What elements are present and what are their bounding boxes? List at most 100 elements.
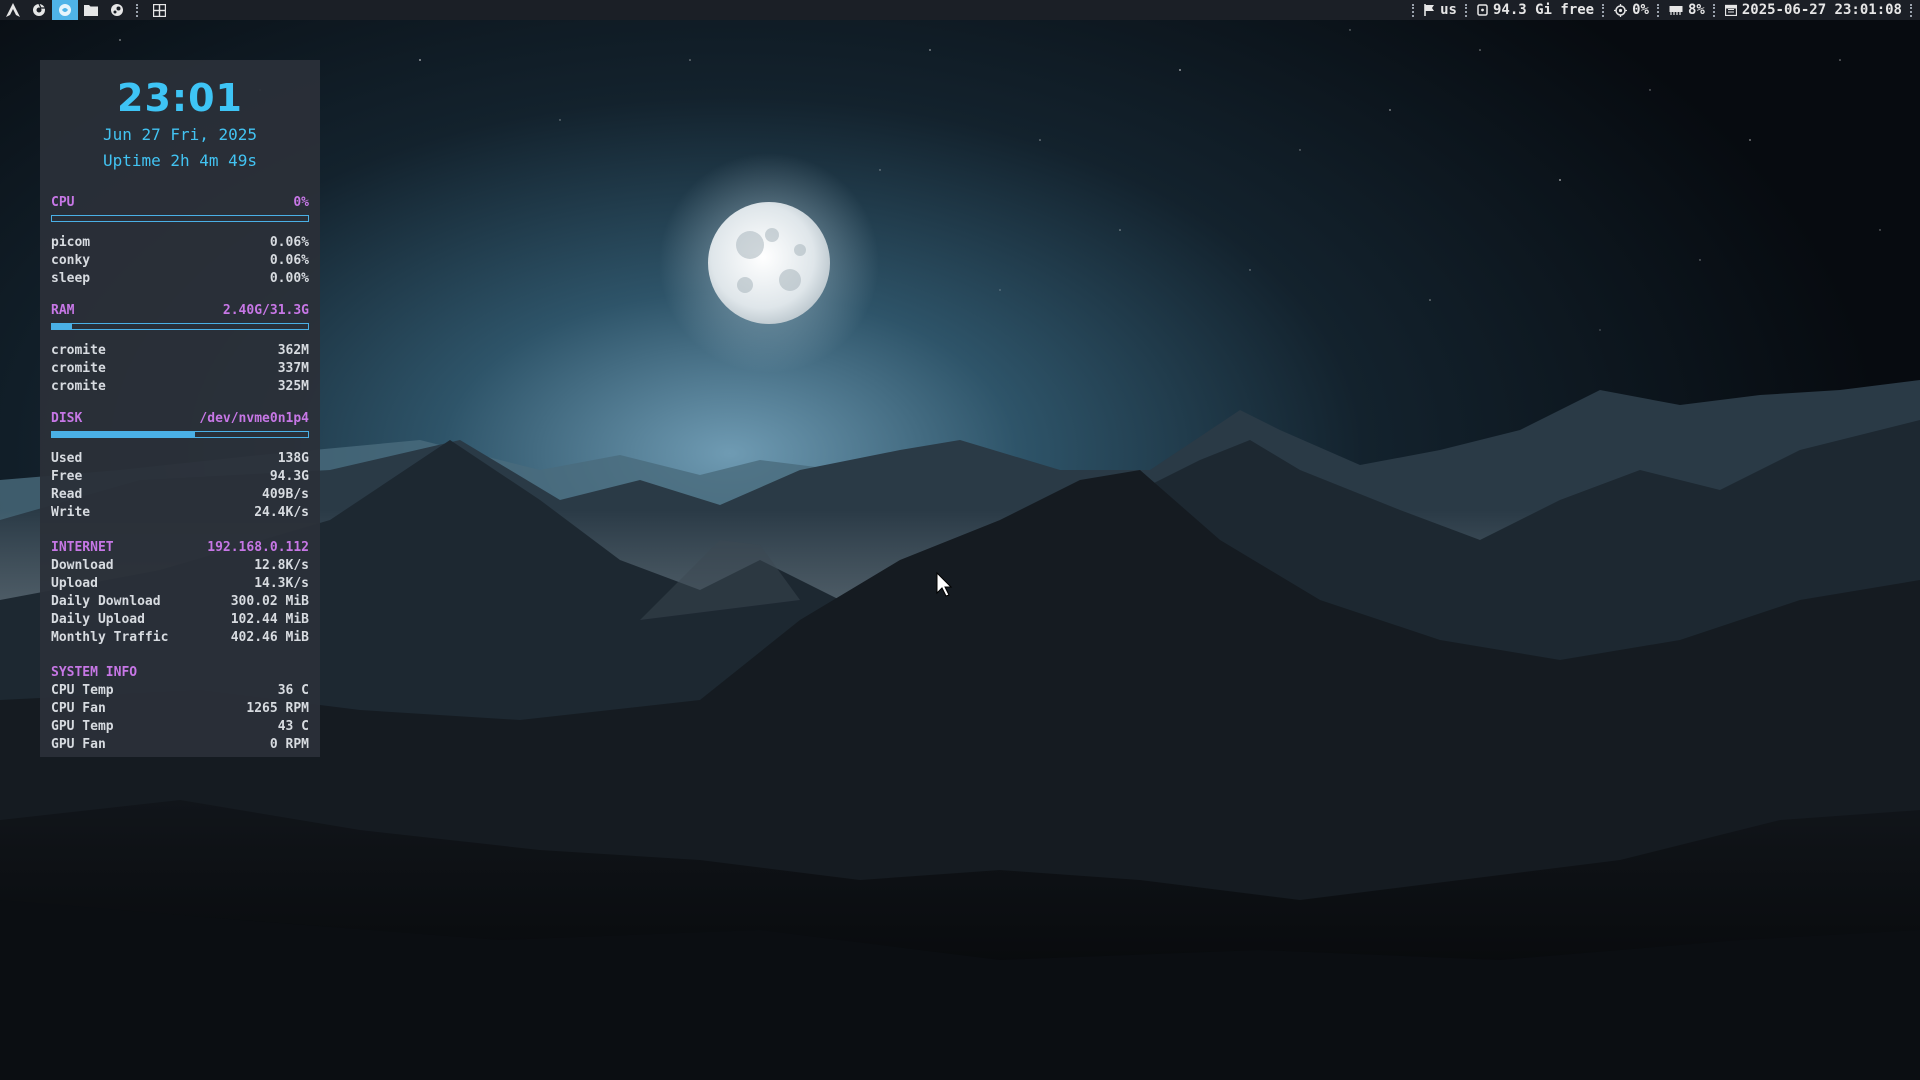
- workspace-switcher: [0, 0, 172, 20]
- arch-icon[interactable]: [0, 0, 26, 20]
- top-bar: us 94.3 Gi free 0% 8% 2025-06-27 23:01:0…: [0, 0, 1920, 20]
- ram-section-header: RAM 2.40G/31.3G: [51, 302, 309, 320]
- internet-row-label: Monthly Traffic: [51, 630, 169, 645]
- sysinfo-row-label: GPU Fan: [51, 737, 106, 752]
- cpu-usage-label: 0%: [1632, 2, 1649, 18]
- disk-row-label: Free: [51, 469, 83, 484]
- process-value: 362M: [277, 343, 309, 358]
- disk-row: Write 24.4K/s: [51, 504, 309, 522]
- clock-time: 23:01: [117, 76, 243, 120]
- ram-bar: [51, 323, 309, 330]
- internet-row-value: 14.3K/s: [254, 576, 309, 591]
- process-value: 0.06%: [269, 253, 309, 268]
- disk-label: DISK: [51, 411, 83, 426]
- calendar-icon: [1724, 4, 1737, 16]
- cpu-process-row: picom 0.06%: [51, 234, 309, 252]
- internet-row: Daily Upload 102.44 MiB: [51, 611, 309, 629]
- ram-value: 2.40G/31.3G: [222, 303, 309, 318]
- sysinfo-row: GPU Fan 0 RPM: [51, 736, 309, 754]
- sysinfo-row-value: 0 RPM: [269, 737, 309, 752]
- internet-row: Download 12.8K/s: [51, 557, 309, 575]
- clock-date: Jun 27 Fri, 2025: [102, 125, 258, 144]
- steam-icon[interactable]: [104, 0, 130, 20]
- process-name: sleep: [51, 271, 91, 286]
- separator: [1656, 3, 1661, 17]
- disk-free-label: 94.3 Gi free: [1492, 2, 1595, 18]
- browser-icon[interactable]: [26, 0, 52, 20]
- sysinfo-row-label: GPU Temp: [51, 719, 114, 734]
- flag-icon: [1424, 4, 1435, 16]
- memory-usage-label: 8%: [1687, 2, 1705, 18]
- disk-row: Free 94.3G: [51, 468, 309, 486]
- cpu-label: CPU: [51, 195, 75, 210]
- disk-row-value: 94.3G: [269, 469, 309, 484]
- separator: [1712, 3, 1717, 17]
- clock-indicator[interactable]: 2025-06-27 23:01:08: [1723, 2, 1904, 18]
- sysinfo-row: GPU Temp 43 C: [51, 718, 309, 736]
- internet-section-header: INTERNET 192.168.0.112: [51, 539, 309, 557]
- cpu-chip-icon: [1614, 3, 1628, 17]
- cpu-value: 0%: [293, 195, 309, 210]
- app-icon[interactable]: [52, 0, 78, 20]
- process-name: conky: [51, 253, 91, 268]
- internet-row-value: 12.8K/s: [254, 558, 309, 573]
- internet-row-label: Daily Upload: [51, 612, 145, 627]
- disk-free-indicator[interactable]: 94.3 Gi free: [1475, 2, 1596, 18]
- folder-icon[interactable]: [78, 0, 104, 20]
- internet-row-value: 300.02 MiB: [230, 594, 309, 609]
- internet-row-value: 402.46 MiB: [230, 630, 309, 645]
- process-name: cromite: [51, 361, 106, 376]
- ram-bar-fill: [52, 324, 72, 329]
- sysinfo-row: CPU Temp 36 C: [51, 682, 309, 700]
- internet-row-value: 102.44 MiB: [230, 612, 309, 627]
- disk-bar-fill: [52, 432, 196, 437]
- disk-row-value: 409B/s: [262, 487, 309, 502]
- process-name: picom: [51, 235, 91, 250]
- sysinfo-row-value: 1265 RPM: [246, 701, 309, 716]
- process-name: cromite: [51, 379, 106, 394]
- process-value: 0.00%: [269, 271, 309, 286]
- memory-indicator[interactable]: 8%: [1667, 2, 1707, 18]
- disk-row: Read 409B/s: [51, 486, 309, 504]
- sysinfo-section-header: SYSTEM INFO: [51, 664, 309, 682]
- disk-device: /dev/nvme0n1p4: [199, 411, 309, 426]
- cpu-process-row: conky 0.06%: [51, 252, 309, 270]
- status-area: us 94.3 Gi free 0% 8% 2025-06-27 23:01:0…: [1406, 0, 1920, 20]
- cpu-process-row: sleep 0.00%: [51, 270, 309, 288]
- internet-row-label: Download: [51, 558, 114, 573]
- ram-label: RAM: [51, 303, 75, 318]
- disk-row-value: 24.4K/s: [254, 505, 309, 520]
- internet-row: Daily Download 300.02 MiB: [51, 593, 309, 611]
- disk-row-label: Write: [51, 505, 91, 520]
- process-name: cromite: [51, 343, 106, 358]
- disk-section-header: DISK /dev/nvme0n1p4: [51, 410, 309, 428]
- cpu-indicator[interactable]: 0%: [1612, 2, 1651, 18]
- disk-bar: [51, 431, 309, 438]
- sysinfo-row-value: 36 C: [277, 683, 309, 698]
- sysinfo-row: CPU Fan 1265 RPM: [51, 700, 309, 718]
- separator: [1412, 3, 1416, 17]
- process-value: 337M: [277, 361, 309, 376]
- grid-icon[interactable]: [146, 0, 172, 20]
- ip-address: 192.168.0.112: [207, 540, 309, 555]
- internet-row-label: Upload: [51, 576, 98, 591]
- separator: [1910, 3, 1914, 17]
- disk-row-value: 138G: [277, 451, 309, 466]
- keyboard-layout-label: us: [1440, 2, 1457, 18]
- sysinfo-row-label: CPU Fan: [51, 701, 106, 716]
- ram-process-row: cromite 362M: [51, 342, 309, 360]
- sysinfo-row-value: 43 C: [277, 719, 309, 734]
- keyboard-layout-indicator[interactable]: us: [1422, 2, 1459, 18]
- separator: [136, 3, 140, 17]
- cpu-section-header: CPU 0%: [51, 194, 309, 212]
- disk-row-label: Read: [51, 487, 83, 502]
- internet-row: Monthly Traffic 402.46 MiB: [51, 629, 309, 647]
- hard-drive-icon: [1477, 4, 1488, 16]
- cpu-bar: [51, 215, 309, 222]
- process-value: 0.06%: [269, 235, 309, 250]
- internet-row-label: Daily Download: [51, 594, 161, 609]
- datetime-label: 2025-06-27 23:01:08: [1741, 2, 1902, 18]
- disk-row-label: Used: [51, 451, 83, 466]
- uptime: Uptime 2h 4m 49s: [102, 151, 258, 170]
- sysinfo-row-label: CPU Temp: [51, 683, 114, 698]
